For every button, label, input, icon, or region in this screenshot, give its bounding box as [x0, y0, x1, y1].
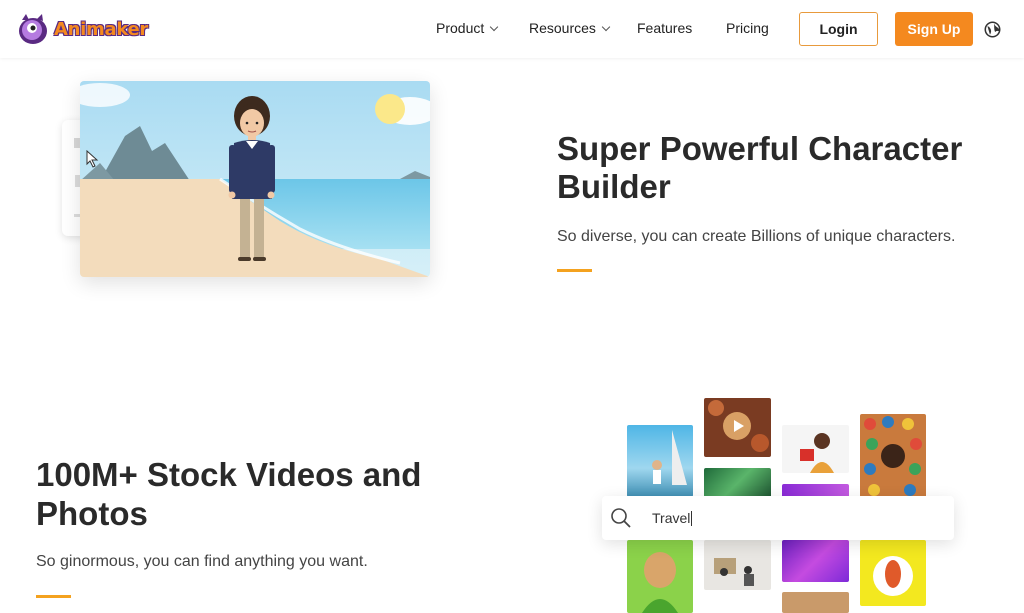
stock-photo-tile[interactable]: [782, 540, 849, 582]
stock-search-input[interactable]: Travel: [652, 510, 693, 527]
nav-features[interactable]: Features: [637, 20, 692, 36]
nav-product-label: Product: [436, 20, 485, 36]
mouse-cursor-icon: [86, 150, 99, 168]
stock-photo-tile[interactable]: [627, 540, 693, 613]
accent-divider: [36, 595, 71, 598]
section-subtitle-character-builder: So diverse, you can create Billions of u…: [557, 228, 956, 245]
stock-photo-tile[interactable]: [782, 425, 849, 473]
nav-pricing-label: Pricing: [726, 20, 769, 36]
text-caret: [691, 511, 693, 527]
section-subtitle-stock-media: So ginormous, you can find anything you …: [36, 553, 368, 570]
character-builder-preview: [80, 81, 430, 277]
nav-pricing[interactable]: Pricing: [726, 20, 769, 36]
stock-photo-tile[interactable]: [704, 540, 771, 590]
login-button[interactable]: Login: [799, 12, 878, 46]
nav-resources-label: Resources: [529, 20, 596, 36]
animaker-logo[interactable]: Animaker: [14, 10, 148, 48]
signup-button[interactable]: Sign Up: [895, 12, 973, 46]
nav-features-label: Features: [637, 20, 693, 36]
search-icon: [611, 508, 631, 528]
section-title-stock-media: 100M+ Stock Videos and Photos: [36, 456, 422, 532]
nav-product[interactable]: Product: [436, 20, 499, 36]
logo-mascot-icon: [19, 14, 47, 44]
top-navbar: Animaker Product Resources Features Pric…: [0, 0, 1024, 58]
logo-text: Animaker: [54, 18, 148, 40]
section-title-character-builder: Super Powerful Character Builder: [557, 130, 963, 205]
stock-photo-tile[interactable]: [704, 398, 771, 457]
accent-divider: [557, 269, 592, 272]
chevron-down-icon: [490, 22, 499, 31]
nav-resources[interactable]: Resources: [529, 20, 611, 36]
chevron-down-icon: [601, 22, 611, 31]
stock-photo-tile[interactable]: [627, 425, 693, 497]
stock-photo-tile[interactable]: [860, 414, 926, 498]
globe-icon[interactable]: [984, 21, 1001, 38]
stock-photo-tile[interactable]: [860, 540, 926, 606]
stock-search-bar[interactable]: Travel: [602, 496, 954, 540]
stock-photo-tile[interactable]: [782, 592, 849, 613]
stock-photo-tile[interactable]: [704, 468, 771, 498]
